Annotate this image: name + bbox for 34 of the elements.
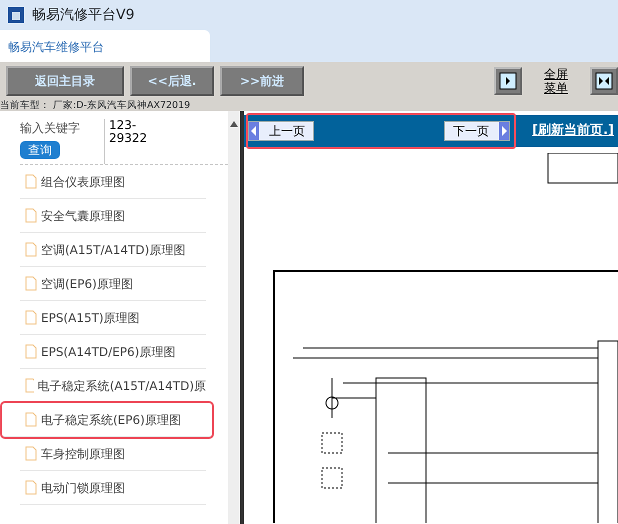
document-icon	[25, 344, 37, 359]
window-title: 畅易汽修平台V9	[32, 6, 134, 24]
app-logo-icon	[8, 7, 24, 23]
search-field[interactable]: 123-29322	[104, 119, 154, 164]
document-icon	[25, 310, 37, 325]
document-item[interactable]: 车身控制原理图	[20, 437, 206, 471]
document-icon	[25, 412, 37, 427]
split-view-icon[interactable]	[590, 67, 618, 95]
document-item[interactable]: EPS(A15T)原理图	[20, 301, 206, 335]
next-page-button[interactable]: 下一页	[444, 121, 510, 141]
document-item[interactable]: EPS(A14TD/EP6)原理图	[20, 335, 206, 369]
document-icon	[25, 208, 37, 223]
document-item[interactable]: 电子稳定系统(EP6)原理图	[2, 403, 212, 437]
search-button[interactable]: 查询	[20, 141, 60, 159]
vehicle-info: 当前车型： 厂家:D-东风汽车风神AX72019	[0, 100, 190, 111]
document-item[interactable]: 组合仪表原理图	[20, 165, 206, 199]
document-icon	[25, 480, 37, 495]
refresh-page-link[interactable]: [刷新当前页.]	[532, 121, 614, 141]
document-item[interactable]: 空调(EP6)原理图	[20, 267, 206, 301]
document-icon	[25, 378, 34, 393]
document-item[interactable]: 安全气囊原理图	[20, 199, 206, 233]
expand-icon[interactable]	[494, 67, 522, 95]
tab[interactable]: 畅易汽车维修平台	[0, 30, 210, 62]
document-icon	[25, 174, 37, 189]
document-item[interactable]: 电子稳定系统(A15T/A14TD)原	[20, 369, 206, 403]
document-item[interactable]: 电动门锁原理图	[20, 471, 206, 505]
search-label: 输入关键字	[20, 120, 80, 137]
document-icon	[25, 242, 37, 257]
document-icon	[25, 446, 37, 461]
document-item[interactable]: 空调(A15T/A14TD)原理图	[20, 233, 206, 267]
scroll-up-icon[interactable]	[229, 120, 239, 128]
fullscreen-menu-link[interactable]: 全屏 菜单	[544, 66, 568, 96]
previous-page-button[interactable]: 上一页	[248, 121, 314, 141]
document-icon	[25, 276, 37, 291]
